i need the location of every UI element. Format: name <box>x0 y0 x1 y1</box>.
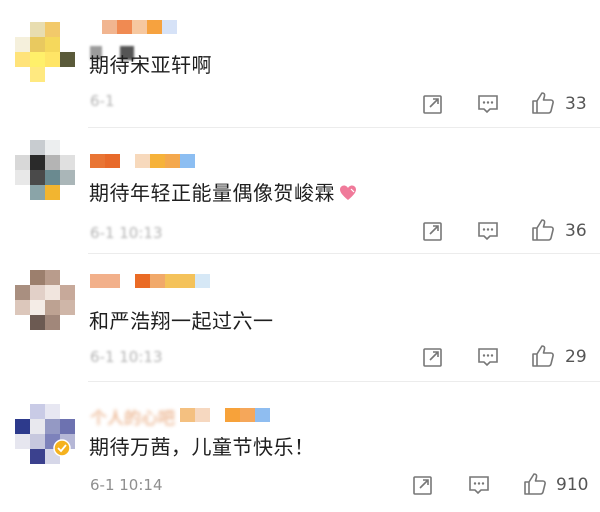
comment-icon[interactable] <box>466 472 492 498</box>
comment-text-content: 期待年轻正能量偶像贺峻霖 <box>89 181 335 205</box>
like-count: 36 <box>565 221 587 241</box>
avatar[interactable] <box>15 270 75 330</box>
comment-icon[interactable] <box>475 344 501 370</box>
comment-item: 期待宋亚轩啊 6-1 33 <box>0 0 600 128</box>
username[interactable] <box>102 20 177 34</box>
username[interactable] <box>90 274 210 288</box>
like-count: 910 <box>556 475 589 495</box>
comment-item: 个人的心吧 期待万茜，儿童节快乐！ 6-1 10:14 910 <box>0 382 600 512</box>
avatar[interactable] <box>15 22 75 82</box>
comment-time: 6-1 10:13 <box>90 224 163 242</box>
thumbs-up-icon[interactable] <box>530 90 556 116</box>
comment-text: 期待年轻正能量偶像贺峻霖 <box>89 180 357 206</box>
share-icon[interactable] <box>410 472 436 498</box>
comment-icon[interactable] <box>475 218 501 244</box>
like-count: 33 <box>565 94 587 114</box>
comment-item: 期待年轻正能量偶像贺峻霖 6-1 10:13 36 <box>0 128 600 254</box>
avatar[interactable] <box>15 140 75 200</box>
comment-item: 和严浩翔一起过六一 6-1 10:13 29 <box>0 254 600 382</box>
share-icon[interactable] <box>420 218 446 244</box>
comment-text: 期待宋亚轩啊 <box>89 53 212 77</box>
comment-icon[interactable] <box>475 91 501 117</box>
username[interactable] <box>90 154 195 168</box>
thumbs-up-icon[interactable] <box>530 343 556 369</box>
username-blur-text[interactable]: 个人的心吧 <box>90 404 175 429</box>
comment-time: 6-1 10:14 <box>90 476 163 494</box>
comment-text: 期待万茜，儿童节快乐！ <box>89 435 315 459</box>
comment-time: 6-1 <box>90 92 115 110</box>
share-icon[interactable] <box>420 91 446 117</box>
share-icon[interactable] <box>420 344 446 370</box>
verified-badge-icon <box>53 439 71 457</box>
username[interactable] <box>180 408 270 422</box>
thumbs-up-icon[interactable] <box>522 471 548 497</box>
comment-time: 6-1 10:13 <box>90 348 163 366</box>
thumbs-up-icon[interactable] <box>530 217 556 243</box>
comment-text: 和严浩翔一起过六一 <box>89 309 274 333</box>
like-count: 29 <box>565 347 587 367</box>
heart-emoji-icon <box>340 185 356 200</box>
